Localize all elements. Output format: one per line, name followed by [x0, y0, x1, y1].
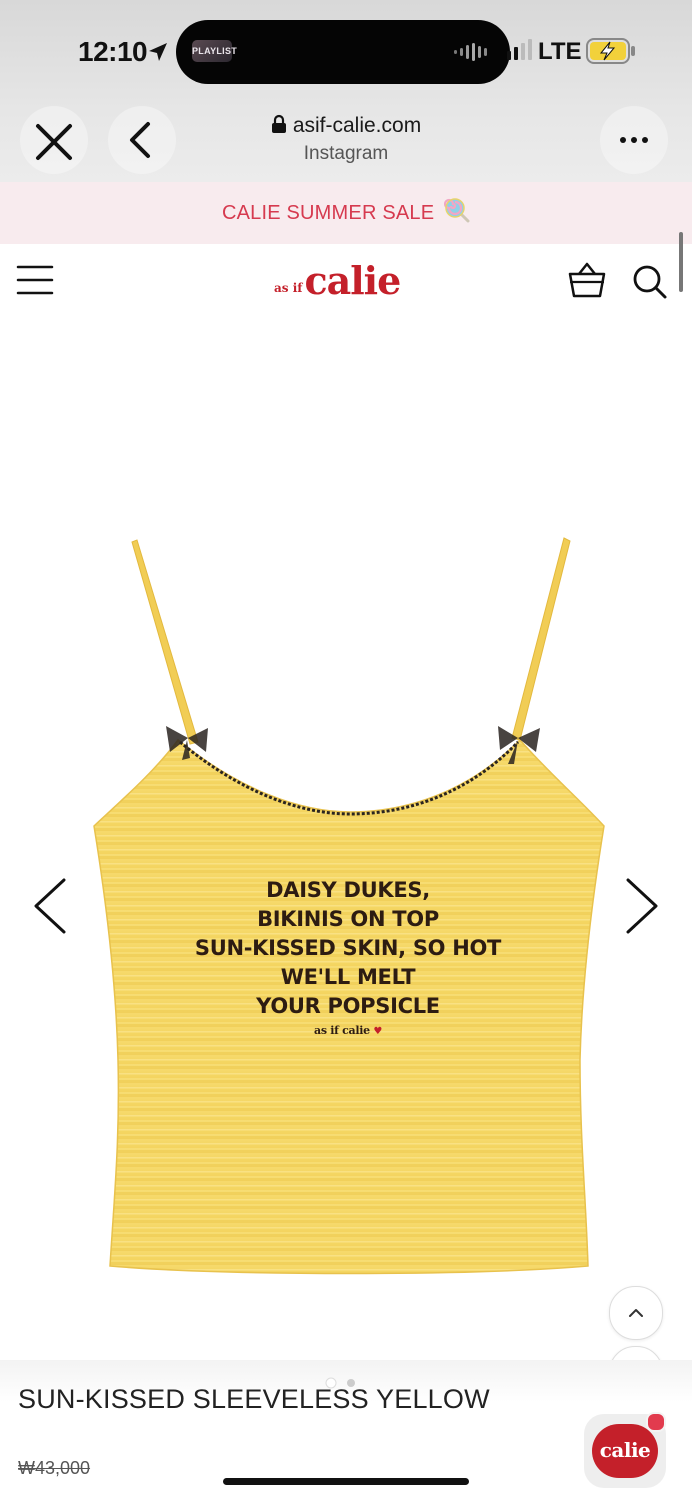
previous-image-arrow[interactable] — [26, 876, 76, 936]
home-indicator[interactable] — [223, 1478, 469, 1485]
product-price: ₩43,000 — [18, 1458, 91, 1478]
network-type: LTE — [538, 38, 582, 65]
logo-big-text: calie — [304, 258, 401, 303]
logo-small-text: as if — [274, 281, 303, 295]
lock-icon — [271, 114, 286, 133]
sale-banner-text: CALIE SUMMER SALE — [221, 202, 435, 224]
lollipop-icon — [444, 198, 470, 223]
audio-waveform-icon — [454, 43, 487, 61]
print-line-1: DAISY DUKES, — [266, 878, 430, 902]
shirt-print-text: DAISY DUKES, BIKINIS ON TOP SUN-KISSED S… — [178, 876, 518, 1040]
more-dots-icon — [620, 137, 648, 143]
calie-logo[interactable]: as ifcalie — [274, 258, 401, 303]
print-brand-mark-text: as if calie — [314, 1024, 370, 1037]
location-arrow-icon — [149, 43, 167, 61]
next-image-arrow[interactable] — [616, 876, 666, 936]
battery-charging-icon — [586, 38, 635, 64]
notification-badge — [646, 1412, 666, 1432]
url-text: asif-calie.com — [292, 114, 422, 137]
product-image[interactable] — [0, 316, 692, 1360]
print-line-4: WE'LL MELT — [280, 965, 416, 989]
more-options-button[interactable] — [600, 106, 668, 174]
chat-label: calie — [599, 1438, 651, 1462]
product-title: SUN-KISSED SLEEVELESS YELLOW — [18, 1384, 490, 1414]
shopping-basket-icon[interactable] — [566, 260, 608, 300]
print-line-3: SUN-KISSED SKIN, SO HOT — [194, 936, 502, 960]
browser-chrome: 12:10 PLAYLIST LTE asif-calie.com Instag… — [0, 0, 692, 182]
chat-button[interactable]: calie — [584, 1412, 666, 1488]
sale-banner[interactable]: CALIE SUMMER SALE — [0, 182, 692, 244]
cellular-signal-icon — [507, 39, 532, 60]
search-icon[interactable] — [630, 262, 670, 302]
address-bar[interactable]: asif-calie.com — [0, 114, 692, 138]
print-line-2: BIKINIS ON TOP — [257, 907, 439, 931]
chevron-up-icon — [629, 1309, 643, 1317]
island-thumb-label: PLAYLIST — [192, 46, 238, 56]
island-playlist-thumbnail: PLAYLIST — [192, 40, 237, 62]
dynamic-island[interactable]: PLAYLIST — [176, 20, 510, 84]
scroll-up-button[interactable] — [609, 1286, 663, 1340]
print-brand-mark: as if calie ♥ — [178, 1023, 518, 1040]
status-time-text: 12:10 — [78, 36, 148, 67]
chat-bubble-icon: calie — [592, 1424, 658, 1478]
heart-icon: ♥ — [373, 1026, 382, 1037]
hamburger-menu-icon[interactable] — [16, 264, 54, 296]
url-source: Instagram — [303, 143, 389, 164]
page-scrollbar[interactable] — [679, 232, 683, 292]
site-header: as ifcalie — [0, 244, 692, 316]
print-line-5: YOUR POPSICLE — [256, 994, 440, 1018]
status-time: 12:10 — [78, 36, 148, 68]
